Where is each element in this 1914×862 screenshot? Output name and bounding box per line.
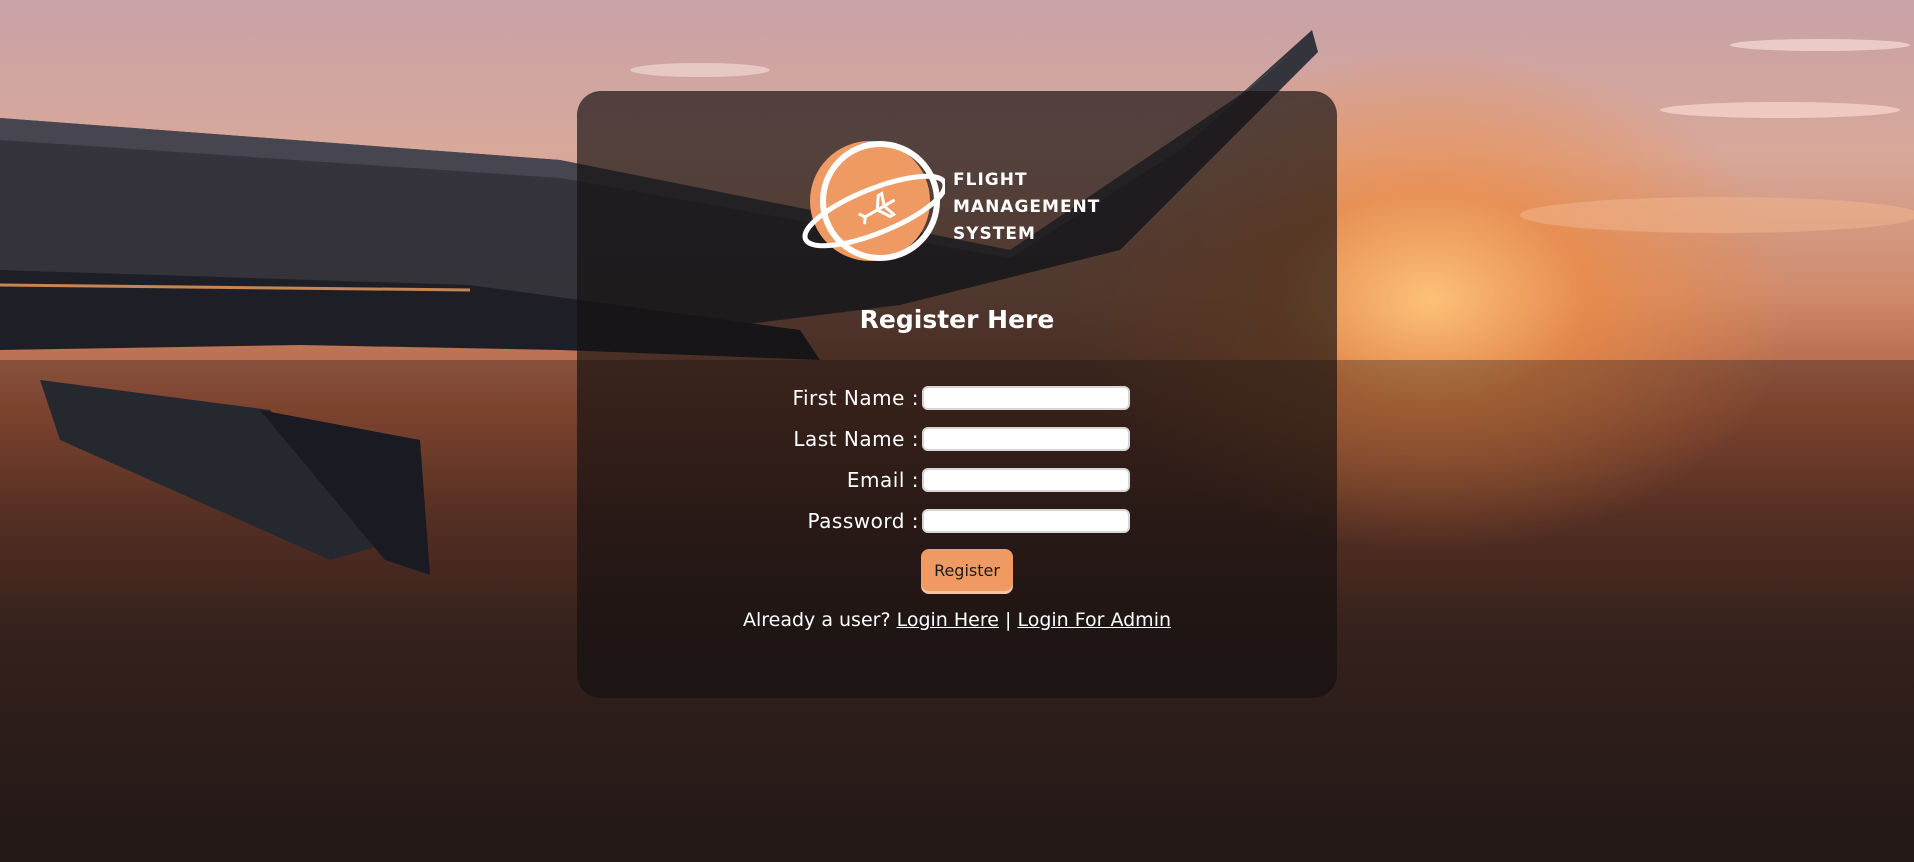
- last-name-label: Last Name :: [793, 427, 919, 451]
- email-label: Email :: [846, 468, 919, 492]
- logo-line-2: MANAGEMENT: [953, 197, 1101, 217]
- flight-management-system-logo: FLIGHT MANAGEMENT SYSTEM: [795, 139, 1125, 269]
- last-name-input[interactable]: [922, 427, 1130, 451]
- already-user-text: Already a user?: [742, 609, 891, 631]
- login-link[interactable]: Login Here: [897, 609, 999, 631]
- link-separator: |: [1004, 609, 1012, 631]
- email-input[interactable]: [922, 468, 1130, 492]
- first-name-label: First Name :: [792, 386, 919, 410]
- password-input[interactable]: [922, 509, 1130, 533]
- password-label: Password :: [807, 509, 919, 533]
- admin-login-link[interactable]: Login For Admin: [1017, 609, 1171, 631]
- logo-line-3: SYSTEM: [953, 224, 1036, 244]
- login-prompt: Already a user? Login Here | Login For A…: [577, 609, 1337, 631]
- email-row: Email :: [577, 467, 1337, 493]
- logo-wordmark: FLIGHT MANAGEMENT SYSTEM: [953, 167, 1100, 248]
- first-name-row: First Name :: [577, 385, 1337, 411]
- last-name-row: Last Name :: [577, 426, 1337, 452]
- page-title: Register Here: [859, 305, 1055, 334]
- logo-line-1: FLIGHT: [953, 170, 1028, 190]
- register-card: FLIGHT MANAGEMENT SYSTEM Register Here F…: [577, 91, 1337, 698]
- globe-airplane-icon: [802, 141, 948, 261]
- register-button[interactable]: Register: [921, 549, 1013, 591]
- password-row: Password :: [577, 508, 1337, 534]
- first-name-input[interactable]: [922, 386, 1130, 410]
